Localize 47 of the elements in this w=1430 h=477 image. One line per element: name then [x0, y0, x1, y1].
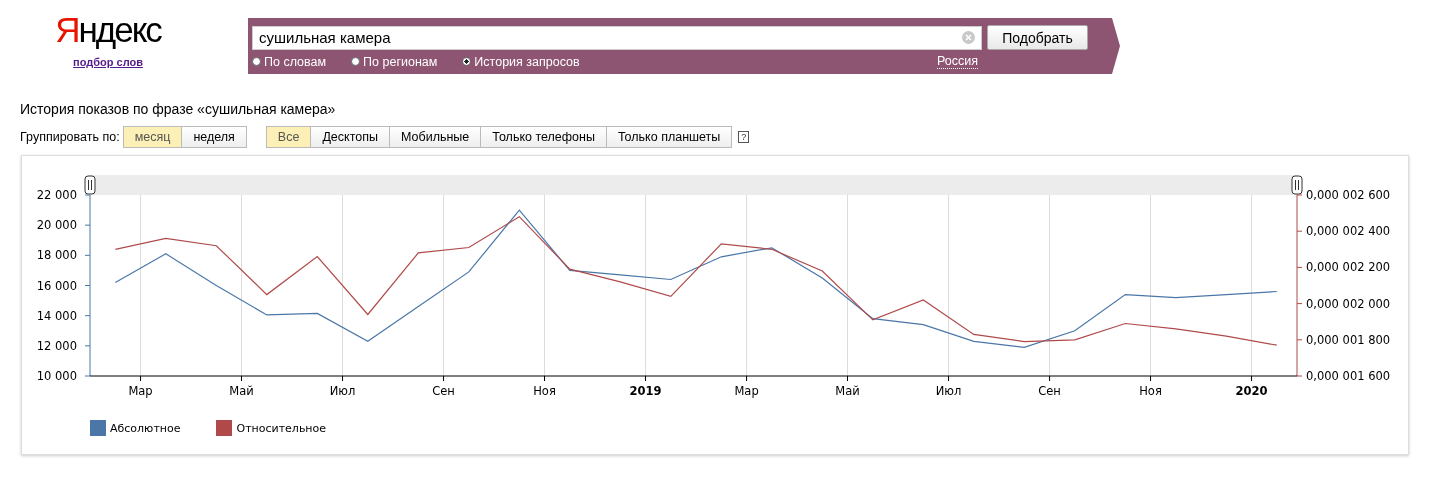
- legend-label: Абсолютное: [110, 421, 181, 435]
- axis-label: 12 000: [36, 338, 77, 353]
- axis-label: Ноя: [1139, 384, 1162, 398]
- radio-option[interactable]: По словам: [252, 54, 327, 69]
- group-tab[interactable]: месяц: [122, 126, 183, 148]
- axis-label: 16 000: [36, 278, 77, 293]
- group-label: Группировать по:: [20, 130, 120, 144]
- axis-label: 14 000: [36, 308, 77, 323]
- axis-label: 10 000: [36, 369, 77, 383]
- radio-option[interactable]: По регионам: [351, 54, 438, 69]
- region-link[interactable]: Россия: [937, 54, 978, 69]
- axis-label: 2020: [1235, 384, 1268, 398]
- axis-label: 22 000: [36, 188, 77, 202]
- axis-label: 0,000 001 800: [1306, 332, 1391, 347]
- page-heading: История показов по фразе «сушильная камера»: [20, 101, 337, 117]
- range-handle[interactable]: [1291, 175, 1303, 195]
- help-icon[interactable]: ?: [738, 131, 750, 143]
- axis-label: 2019: [629, 384, 662, 398]
- submit-button[interactable]: Подобрать: [987, 25, 1088, 50]
- axis-label: Июл: [329, 384, 356, 398]
- axis-label: 0,000 002 400: [1306, 224, 1391, 239]
- axis-label: Май: [835, 384, 860, 398]
- device-tab[interactable]: Только телефоны: [480, 126, 607, 148]
- axis-label: 20 000: [36, 218, 77, 233]
- subtitle-link[interactable]: подбор слов: [73, 56, 143, 68]
- group-tab[interactable]: неделя: [181, 126, 247, 148]
- axis-label: 0,000 002 000: [1306, 296, 1391, 311]
- device-tab[interactable]: Все: [265, 126, 312, 148]
- search-field[interactable]: сушильная камера: [252, 25, 982, 50]
- logo[interactable]: Яндекс: [55, 12, 161, 48]
- legend-label: Относительное: [236, 421, 327, 435]
- range-handle[interactable]: [84, 175, 96, 195]
- axis-label: 0,000 002 200: [1306, 260, 1391, 275]
- axis-label: Мар: [734, 384, 759, 398]
- axis-label: 0,000 001 600: [1306, 369, 1391, 383]
- axis-label: Июл: [935, 384, 962, 398]
- axis-label: Май: [229, 384, 254, 398]
- radio-option[interactable]: История запросов: [462, 54, 580, 69]
- axis-label: Мар: [128, 384, 153, 398]
- device-tab[interactable]: Только планшеты: [605, 126, 733, 148]
- axis-label: 0,000 002 600: [1306, 188, 1391, 202]
- axis-label: 18 000: [36, 248, 77, 263]
- axis-label: Ноя: [533, 384, 556, 398]
- device-tab[interactable]: Десктопы: [310, 126, 390, 148]
- axis-label: Сен: [432, 384, 455, 398]
- device-tab[interactable]: Мобильные: [389, 126, 482, 148]
- axis-label: Сен: [1038, 384, 1061, 398]
